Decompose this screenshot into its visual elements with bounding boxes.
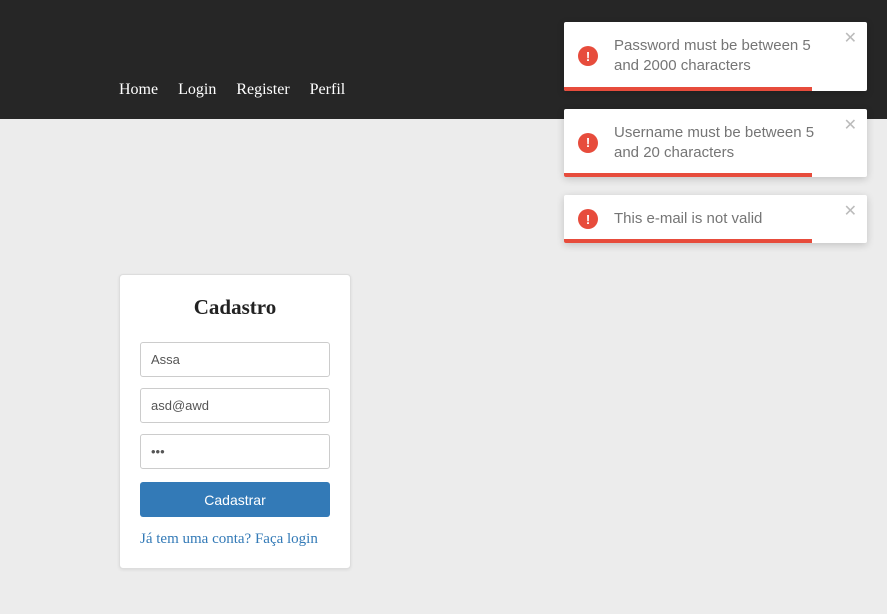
error-icon [578,133,598,153]
error-icon [578,46,598,66]
toast-progress [564,87,812,91]
toast-message: This e-mail is not valid [614,209,827,229]
login-link[interactable]: Já tem uma conta? Faça login [140,531,330,548]
nav-link-register[interactable]: Register [236,81,289,99]
nav-link-home[interactable]: Home [119,81,158,99]
card-title: Cadastro [140,295,330,320]
close-icon[interactable]: ✕ [844,28,857,48]
nav-link-login[interactable]: Login [178,81,216,99]
toast-message: Password must be between 5 and 2000 char… [614,36,827,77]
close-icon[interactable]: ✕ [844,201,857,221]
toast-progress [564,173,812,177]
toast-message: Username must be between 5 and 20 charac… [614,123,827,164]
close-icon[interactable]: ✕ [844,115,857,135]
toast-error: Username must be between 5 and 20 charac… [564,109,867,178]
toast-progress [564,239,812,243]
toast-container: Password must be between 5 and 2000 char… [564,22,867,243]
password-input[interactable] [140,434,330,469]
toast-error: Password must be between 5 and 2000 char… [564,22,867,91]
nav-link-perfil[interactable]: Perfil [310,81,346,99]
username-input[interactable] [140,342,330,377]
submit-button[interactable]: Cadastrar [140,482,330,517]
nav-links: Home Login Register Perfil [119,81,345,99]
email-input[interactable] [140,388,330,423]
error-icon [578,209,598,229]
toast-error: This e-mail is not valid ✕ [564,195,867,243]
register-card: Cadastro Cadastrar Já tem uma conta? Faç… [119,274,351,569]
